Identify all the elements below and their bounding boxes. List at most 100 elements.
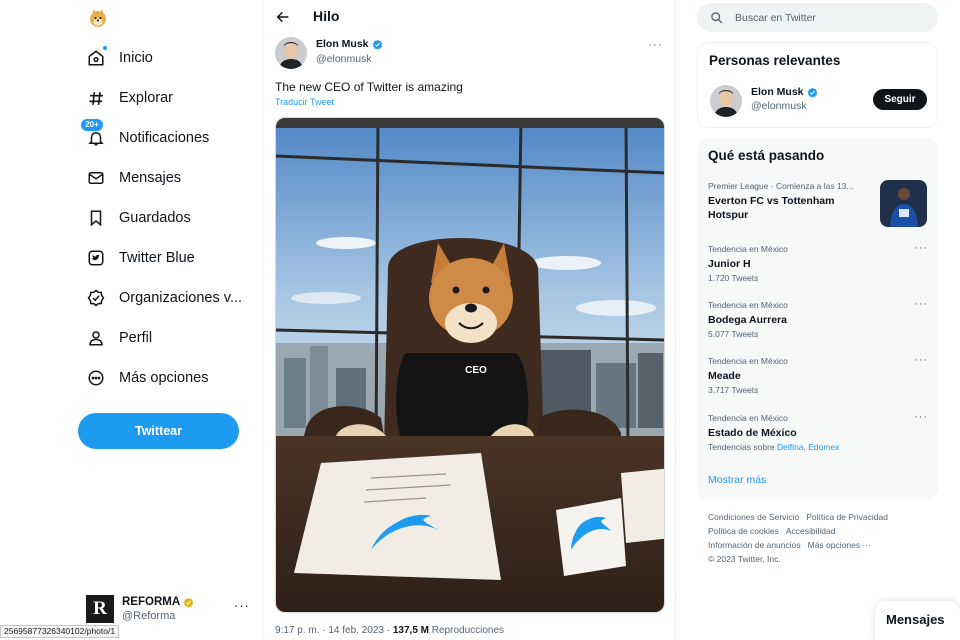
left-sidebar: Inicio Explorar 20+ Notificaciones Mensa… [0,0,262,640]
page-title: Hilo [313,8,340,24]
bookmark-icon [86,208,106,228]
search-icon [711,12,723,24]
trend-more-icon[interactable]: ··· [914,298,928,310]
related-prefix: Tendencias sobre [708,442,777,452]
trend-related: Tendencias sobre Delfina, Edomex [708,441,928,453]
trend-thumbnail[interactable] [880,180,927,227]
person-icon [86,328,106,348]
footer-link[interactable]: Información de anuncios [708,540,801,550]
nav-label: Inicio [119,50,153,66]
trend-count: 3.717 Tweets [708,385,759,395]
gold-verified-icon [183,597,194,608]
envelope-icon [86,168,106,188]
relevant-people-title: Personas relevantes [709,53,841,68]
footer-link[interactable]: Política de cookies [708,526,779,536]
thread-column: Hilo Elon Musk @elonmusk ··· The new CEO… [262,0,676,640]
view-count: 137,5 M [392,625,429,636]
related-link-delfina[interactable]: Delfina [777,442,803,452]
copyright: © 2023 Twitter, Inc. [708,554,781,564]
author-name-row[interactable]: Elon Musk [316,38,383,50]
nav-bookmarks[interactable]: Guardados [86,198,191,238]
trend-name: Estado de México [708,427,797,439]
verified-org-icon [86,288,106,308]
bell-icon: 20+ [81,119,106,148]
relevant-person-avatar[interactable] [710,85,742,117]
footer-link[interactable]: Condiciones de Servicio [708,512,799,522]
verified-badge-icon [807,87,817,98]
nav-label: Explorar [119,90,173,106]
account-handle: @Reforma [122,610,176,622]
home-icon [86,45,108,68]
nav-messages[interactable]: Mensajes [86,158,181,198]
trend-count: 5.077 Tweets [708,329,759,339]
nav-explore[interactable]: Explorar [86,78,173,118]
trend-context: Tendencia en México [708,413,788,423]
author-avatar[interactable] [275,37,307,69]
footer-link[interactable]: Accesibilidad [786,526,836,536]
trend-item[interactable]: Tendencia en México Estado de México Ten… [708,411,928,453]
account-text: REFORMA @Reforma [122,595,194,623]
tweet-timestamp[interactable]: 9:17 p. m. · 14 feb. 2023 · [275,625,393,636]
hashtag-icon [86,88,106,108]
trend-item[interactable]: Tendencia en México Bodega Aurrera 5.077… [708,298,928,340]
tweet-text: The new CEO of Twitter is amazing [275,80,463,94]
twitter-blue-icon [86,248,106,268]
tweet-photo[interactable]: CEO [275,117,665,613]
tweet-more-icon[interactable]: ··· [648,37,663,51]
relevant-people-card: Personas relevantes Elon Musk @elonmusk … [697,42,938,128]
account-more-icon[interactable]: ··· [234,598,250,613]
account-name: REFORMA [122,596,181,608]
trend-more-icon[interactable]: ··· [914,242,928,254]
nav-verified-orgs[interactable]: Organizaciones v... [86,278,242,318]
related-link-edomex[interactable]: Edomex [808,442,839,452]
tweet-meta: 9:17 p. m. · 14 feb. 2023 · 137,5 M Repr… [275,625,504,636]
trend-item[interactable]: Premier League · Comienza a las 13... Ev… [708,181,868,222]
status-bar-url: 25695877326340102/photo/1 [0,625,120,638]
footer-links: Condiciones de Servicio Política de Priva… [708,510,933,566]
trend-more-icon[interactable]: ··· [914,354,928,366]
right-sidebar: Personas relevantes Elon Musk @elonmusk … [697,0,938,640]
relevant-person-name-row[interactable]: Elon Musk [751,86,818,98]
thread-header: Hilo [263,0,675,34]
nav-label: Perfil [119,330,153,346]
nav-notifications[interactable]: 20+ Notificaciones [81,118,209,158]
new-dot-badge [102,45,108,51]
trend-context: Premier League · Comienza a las 13... [708,181,854,191]
translate-tweet-link[interactable]: Traducir Tweet [275,97,334,107]
search-box[interactable] [697,3,938,32]
messages-drawer[interactable]: Mensajes [875,601,960,640]
follow-button[interactable]: Seguir [873,89,927,110]
trend-context: Tendencia en México [708,244,788,254]
nav-label: Mensajes [119,170,182,186]
nav-home[interactable]: Inicio [86,38,153,78]
show-more-link[interactable]: Mostrar más [708,474,766,486]
account-switcher[interactable]: R REFORMA @Reforma ··· [86,592,256,626]
notification-count-badge: 20+ [81,119,103,131]
trend-name: Everton FC vs Tottenham Hotspur [708,195,835,221]
search-input[interactable] [735,11,915,24]
nav-label: Twitter Blue [119,250,195,266]
nav-profile[interactable]: Perfil [86,318,152,358]
footer-link[interactable]: Más opciones ··· [808,540,871,550]
views-label: Reproducciones [429,625,505,636]
verified-badge-icon [372,39,382,50]
doge-logo-icon[interactable] [88,8,108,28]
trend-more-icon[interactable]: ··· [914,411,928,423]
author-name: Elon Musk [316,38,369,50]
sweater-text: CEO [465,365,487,376]
trend-item[interactable]: Tendencia en México Meade 3.717 Tweets ·… [708,354,928,396]
nav-more-options[interactable]: Más opciones [86,358,208,398]
nav-twitter-blue[interactable]: Twitter Blue [86,238,195,278]
trends-card: Qué está pasando Premier League · Comien… [697,138,938,500]
account-name-row: REFORMA [122,595,194,609]
relevant-person-handle: @elonmusk [751,100,807,112]
author-handle[interactable]: @elonmusk [316,53,372,65]
footer-link[interactable]: Política de Privacidad [806,512,888,522]
trend-context: Tendencia en México [708,300,788,310]
trend-name: Junior H [708,258,751,270]
account-avatar: R [86,595,114,623]
trends-title: Qué está pasando [708,148,825,163]
back-arrow-icon[interactable] [275,9,291,25]
tweet-button[interactable]: Twittear [78,413,239,449]
trend-item[interactable]: Tendencia en México Junior H 1.720 Tweet… [708,242,928,284]
